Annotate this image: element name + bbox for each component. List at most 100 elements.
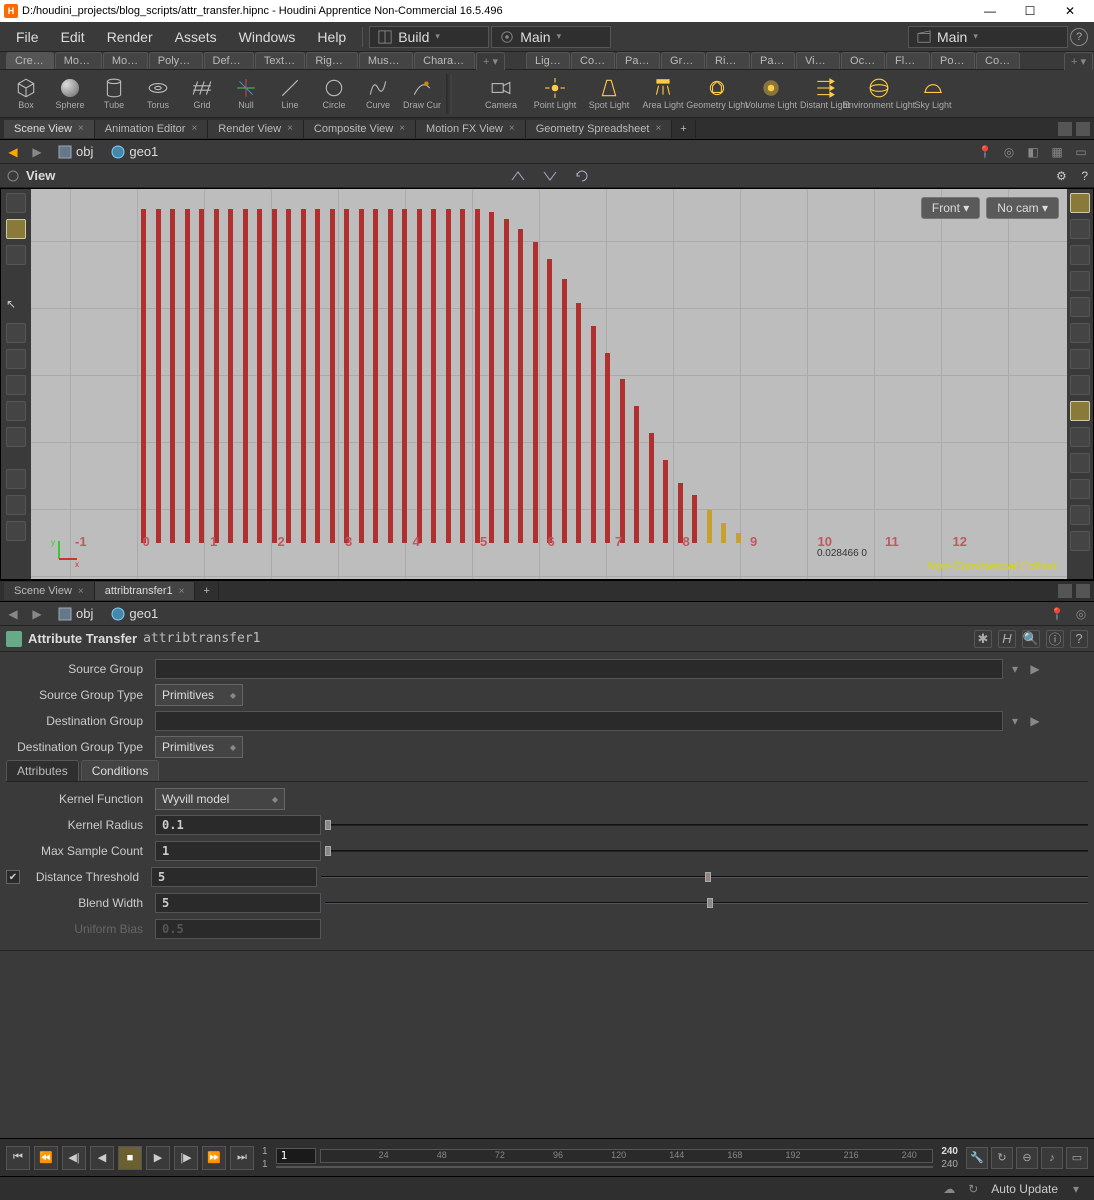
- dest-group-menu-icon[interactable]: ▾: [1007, 713, 1023, 729]
- nav-fwd-lower[interactable]: ▶: [28, 605, 46, 623]
- shelf-curve[interactable]: Curve: [356, 72, 400, 116]
- menu-edit[interactable]: Edit: [51, 25, 95, 49]
- close-icon[interactable]: ×: [191, 123, 197, 134]
- tab-render-view[interactable]: Render View×: [208, 120, 304, 138]
- shelf-tab-deform[interactable]: Deform: [204, 52, 254, 69]
- add-tab-lower[interactable]: +: [195, 582, 218, 600]
- close-icon[interactable]: ×: [509, 123, 515, 134]
- input-kernel-radius[interactable]: [155, 815, 321, 835]
- gear-icon[interactable]: ✱: [974, 630, 992, 648]
- shelf-circle[interactable]: Circle: [312, 72, 356, 116]
- current-frame[interactable]: 1: [276, 1148, 316, 1164]
- select-dest-group-type[interactable]: Primitives◆: [155, 736, 243, 758]
- shelf-tab-polygon[interactable]: Polygon: [149, 52, 203, 69]
- viewport[interactable]: ↖ -10123456789101112 Front ▾ No cam ▾ 0.…: [0, 188, 1094, 580]
- slider-distance-threshold[interactable]: [321, 870, 1088, 884]
- shelf-add-right[interactable]: + ▾: [1064, 52, 1093, 70]
- shelf-tab-create[interactable]: Create: [6, 52, 54, 69]
- play-nextframe[interactable]: |▶: [174, 1146, 198, 1170]
- viewport-help[interactable]: ?: [1081, 169, 1088, 183]
- shelf-torus[interactable]: Torus: [136, 72, 180, 116]
- close-icon[interactable]: ×: [78, 586, 84, 597]
- shelf-tab-texture[interactable]: Texture: [255, 52, 305, 69]
- range-gend[interactable]: 240: [941, 1146, 958, 1157]
- shelf-tab-rigging[interactable]: Rigging: [306, 52, 358, 69]
- tool-arrow[interactable]: ↖: [6, 297, 26, 317]
- disp-opt5[interactable]: [1070, 297, 1090, 317]
- play-prevkey[interactable]: ⏪: [34, 1146, 58, 1170]
- timeline-track[interactable]: 24487296120144168192216240: [320, 1149, 934, 1163]
- tool-region[interactable]: [6, 245, 26, 265]
- disp-opt1[interactable]: [1070, 193, 1090, 213]
- tab-attributes[interactable]: Attributes: [6, 760, 79, 781]
- shelf-tab-model[interactable]: Model: [103, 52, 148, 69]
- input-max-sample[interactable]: [155, 841, 321, 861]
- shelf-tab-grains[interactable]: Grains: [661, 52, 705, 69]
- snap-rotate-icon[interactable]: [572, 166, 592, 186]
- node-help-icon[interactable]: ?: [1070, 630, 1088, 648]
- tool-handle5[interactable]: [6, 427, 26, 447]
- snap-persp-icon[interactable]: [508, 166, 528, 186]
- input-dest-group[interactable]: [155, 711, 1003, 731]
- pane-expand-icon[interactable]: [1076, 122, 1090, 136]
- input-distance-threshold[interactable]: [151, 867, 317, 887]
- nav-back[interactable]: ◀: [4, 143, 22, 161]
- disp-opt12[interactable]: [1070, 479, 1090, 499]
- viewport-camera-select[interactable]: No cam ▾: [986, 197, 1059, 219]
- pin-lower-icon[interactable]: 📍: [1048, 605, 1066, 623]
- menu-assets[interactable]: Assets: [165, 25, 227, 49]
- dest-group-select-icon[interactable]: ▶: [1027, 713, 1043, 729]
- tl-loop-icon[interactable]: ↻: [991, 1147, 1013, 1169]
- close-icon[interactable]: ×: [78, 123, 84, 134]
- context-selector-1[interactable]: Main ▾: [491, 26, 611, 48]
- tab-geometry-spreadsheet[interactable]: Geometry Spreadsheet×: [526, 120, 673, 138]
- play-last[interactable]: ⏭: [230, 1146, 254, 1170]
- range-start[interactable]: 1: [262, 1159, 268, 1170]
- shelf-tab-modify[interactable]: Modify: [55, 52, 102, 69]
- tool-snap1[interactable]: [6, 469, 26, 489]
- play-prevframe[interactable]: ◀|: [62, 1146, 86, 1170]
- close-button[interactable]: ✕: [1050, 0, 1090, 22]
- hscript-icon[interactable]: H: [998, 630, 1016, 648]
- shelf-tab-cont[interactable]: Cont...: [976, 52, 1020, 69]
- path-root[interactable]: obj: [52, 142, 99, 161]
- tool-snap2[interactable]: [6, 495, 26, 515]
- status-chevron-icon[interactable]: ▾: [1067, 1180, 1085, 1198]
- toggle-distance-threshold[interactable]: ✔: [6, 870, 20, 884]
- link-icon[interactable]: ◎: [1000, 143, 1018, 161]
- shelf-tab-light[interactable]: Light...: [526, 52, 570, 69]
- tl-key-icon[interactable]: 🔧: [966, 1147, 988, 1169]
- menu-render[interactable]: Render: [97, 25, 163, 49]
- shelf-add-left[interactable]: + ▾: [476, 52, 505, 70]
- tl-realtime-icon[interactable]: ⊖: [1016, 1147, 1038, 1169]
- nav-back-lower[interactable]: ◀: [4, 605, 22, 623]
- disp-opt2[interactable]: [1070, 219, 1090, 239]
- shelf-tab-parti[interactable]: Parti...: [751, 52, 795, 69]
- info-icon[interactable]: ⓘ: [1046, 630, 1064, 648]
- link-lower-icon[interactable]: ◎: [1072, 605, 1090, 623]
- shelf-null[interactable]: Null: [224, 72, 268, 116]
- shelf-tab-colli[interactable]: Colli...: [571, 52, 615, 69]
- tool-handle2[interactable]: [6, 349, 26, 369]
- shelf-box[interactable]: Box: [4, 72, 48, 116]
- shelf-tab-muscles[interactable]: Muscles: [359, 52, 413, 69]
- slider-blend-width[interactable]: [325, 896, 1088, 910]
- close-icon[interactable]: ×: [287, 123, 293, 134]
- tl-range-icon[interactable]: ▭: [1066, 1147, 1088, 1169]
- disp-opt8[interactable]: [1070, 375, 1090, 395]
- tool-select[interactable]: [6, 219, 26, 239]
- pane-menu-icon[interactable]: [1058, 122, 1072, 136]
- shelf-tab-oceans[interactable]: Oceans: [841, 52, 885, 69]
- disp-opt4[interactable]: [1070, 271, 1090, 291]
- search-icon[interactable]: 🔍: [1022, 630, 1040, 648]
- status-update-mode[interactable]: Auto Update: [985, 1182, 1064, 1196]
- disp-opt6[interactable]: [1070, 323, 1090, 343]
- input-blend-width[interactable]: [155, 893, 321, 913]
- add-tab-upper[interactable]: +: [672, 120, 695, 138]
- path-node[interactable]: geo1: [105, 142, 164, 161]
- shelf-camera[interactable]: Camera: [474, 72, 528, 116]
- tab-scene-view[interactable]: Scene View×: [4, 120, 95, 138]
- menu-windows[interactable]: Windows: [229, 25, 306, 49]
- help-button[interactable]: ?: [1070, 28, 1088, 46]
- shelf-tube[interactable]: Tube: [92, 72, 136, 116]
